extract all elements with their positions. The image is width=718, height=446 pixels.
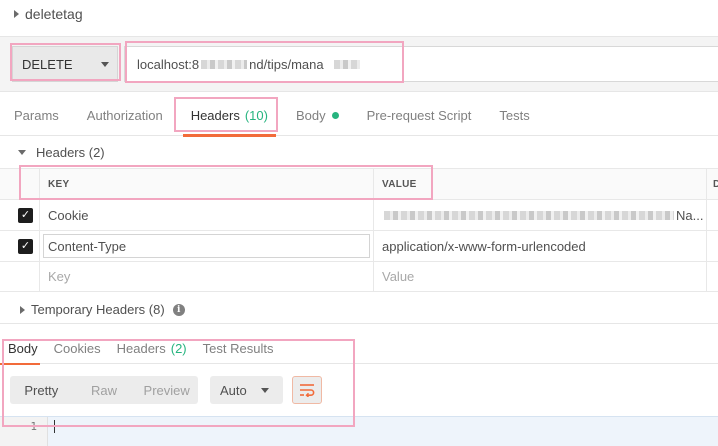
tab-pre-request-script[interactable]: Pre-request Script <box>353 96 486 136</box>
row-key: Content-Type <box>48 238 127 254</box>
table-row: ✓ Cookie Na... <box>0 199 718 230</box>
tab-label: Body <box>8 341 38 356</box>
column-label: D <box>713 178 718 190</box>
url-prefix: localhost:8 <box>137 56 200 72</box>
headers-section-title: Headers (2) <box>36 144 105 160</box>
wrap-lines-button[interactable] <box>292 376 322 404</box>
request-name: deletetag <box>25 6 83 22</box>
row-key-cell[interactable]: Content-Type <box>39 231 373 261</box>
row-check-cell: ✓ <box>12 200 39 230</box>
row-value: Na... <box>676 207 704 223</box>
tab-label: Pre-request Script <box>366 108 472 123</box>
tab-label: Authorization <box>86 108 163 123</box>
method-value: DELETE <box>22 56 73 72</box>
header-check-cell <box>12 169 39 199</box>
tab-count: (10) <box>244 108 268 123</box>
tab-tests[interactable]: Tests <box>485 96 543 136</box>
tab-label: Tests <box>499 108 530 123</box>
info-icon[interactable]: i <box>172 303 185 316</box>
row-check-cell <box>12 262 39 291</box>
caret-right-icon <box>20 305 25 314</box>
request-title-row[interactable]: deletetag <box>0 0 718 28</box>
tab-body[interactable]: Body <box>282 96 353 136</box>
response-tab-headers[interactable]: Headers (2) <box>109 334 195 364</box>
table-header-row: KEY VALUE D <box>0 168 718 199</box>
table-row: ✓ Content-Type application/x-www-form-ur… <box>0 230 718 261</box>
tab-label: Headers <box>190 108 240 123</box>
column-label: VALUE <box>382 178 417 190</box>
row-check-cell: ✓ <box>12 231 39 261</box>
temporary-headers-toggle[interactable]: Temporary Headers (8) i <box>0 296 718 324</box>
key-placeholder: Key <box>48 269 71 284</box>
key-input[interactable]: Content-Type <box>43 234 370 258</box>
headers-table: KEY VALUE D ✓ Cookie Na... ✓ Content-Typ… <box>0 168 718 292</box>
column-header-value: VALUE <box>373 169 706 199</box>
redacted-text <box>333 59 360 69</box>
method-select[interactable]: DELETE <box>12 46 118 82</box>
tab-authorization[interactable]: Authorization <box>73 96 177 136</box>
tab-label: Test Results <box>202 341 274 356</box>
temporary-headers-title: Temporary Headers (8) <box>31 302 165 317</box>
request-bar: DELETE localhost:8 nd/tips/mana <box>0 36 718 92</box>
tab-label: Params <box>14 108 59 123</box>
response-tab-body[interactable]: Body <box>0 334 46 365</box>
text-cursor <box>54 420 55 433</box>
tab-label: Body <box>295 108 326 123</box>
line-gutter: 1 <box>0 417 48 446</box>
table-row-new: Key Value <box>0 261 718 292</box>
new-value-input[interactable]: Value <box>373 262 706 291</box>
request-tabs: Params Authorization Headers (10) Body P… <box>0 96 718 137</box>
redacted-text <box>201 59 248 69</box>
new-description-input[interactable] <box>706 262 718 291</box>
tab-headers[interactable]: Headers (10) <box>177 96 282 137</box>
url-middle: nd/tips/mana <box>249 56 324 72</box>
url-input[interactable]: localhost:8 nd/tips/mana <box>124 46 718 82</box>
tab-count: (2) <box>170 341 187 356</box>
value-placeholder: Value <box>382 269 415 284</box>
chevron-down-icon <box>101 62 109 67</box>
row-description-cell[interactable] <box>706 200 718 230</box>
column-label: KEY <box>48 178 70 190</box>
format-select[interactable]: Auto <box>210 376 283 404</box>
wrap-icon <box>300 384 315 397</box>
response-tab-test-results[interactable]: Test Results <box>195 334 282 364</box>
column-header-key: KEY <box>39 169 373 199</box>
row-value-cell[interactable]: Na... <box>373 200 706 230</box>
row-value: application/x-www-form-urlencoded <box>382 238 586 254</box>
headers-section-toggle[interactable]: Headers (2) <box>0 138 718 166</box>
row-description-cell[interactable] <box>706 231 718 261</box>
chevron-down-icon <box>261 388 269 393</box>
view-mode-group: Pretty Raw Preview <box>10 376 198 404</box>
tab-label: Headers <box>116 341 166 356</box>
redacted-text <box>384 210 674 220</box>
row-key-cell[interactable]: Cookie <box>39 200 373 230</box>
column-header-description: D <box>706 169 718 199</box>
response-toolbar: Pretty Raw Preview Auto <box>0 370 718 410</box>
row-value-cell[interactable]: application/x-www-form-urlencoded <box>373 231 706 261</box>
checkbox-checked[interactable]: ✓ <box>18 207 33 223</box>
format-value: Auto <box>220 382 247 398</box>
raw-button[interactable]: Raw <box>73 376 136 404</box>
status-dot-icon <box>331 112 339 119</box>
pretty-button[interactable]: Pretty <box>10 376 73 404</box>
response-editor[interactable]: 1 <box>0 416 718 446</box>
new-key-input[interactable]: Key <box>39 262 373 291</box>
caret-right-icon <box>14 10 19 18</box>
row-key: Cookie <box>48 207 89 223</box>
tab-params[interactable]: Params <box>0 96 73 136</box>
preview-button[interactable]: Preview <box>135 376 198 404</box>
response-tabs: Body Cookies Headers (2) Test Results <box>0 334 718 365</box>
checkbox-checked[interactable]: ✓ <box>18 238 33 254</box>
tab-label: Cookies <box>53 341 101 356</box>
response-tab-cookies[interactable]: Cookies <box>46 334 109 364</box>
caret-down-icon <box>18 149 26 155</box>
line-number: 1 <box>30 420 37 433</box>
